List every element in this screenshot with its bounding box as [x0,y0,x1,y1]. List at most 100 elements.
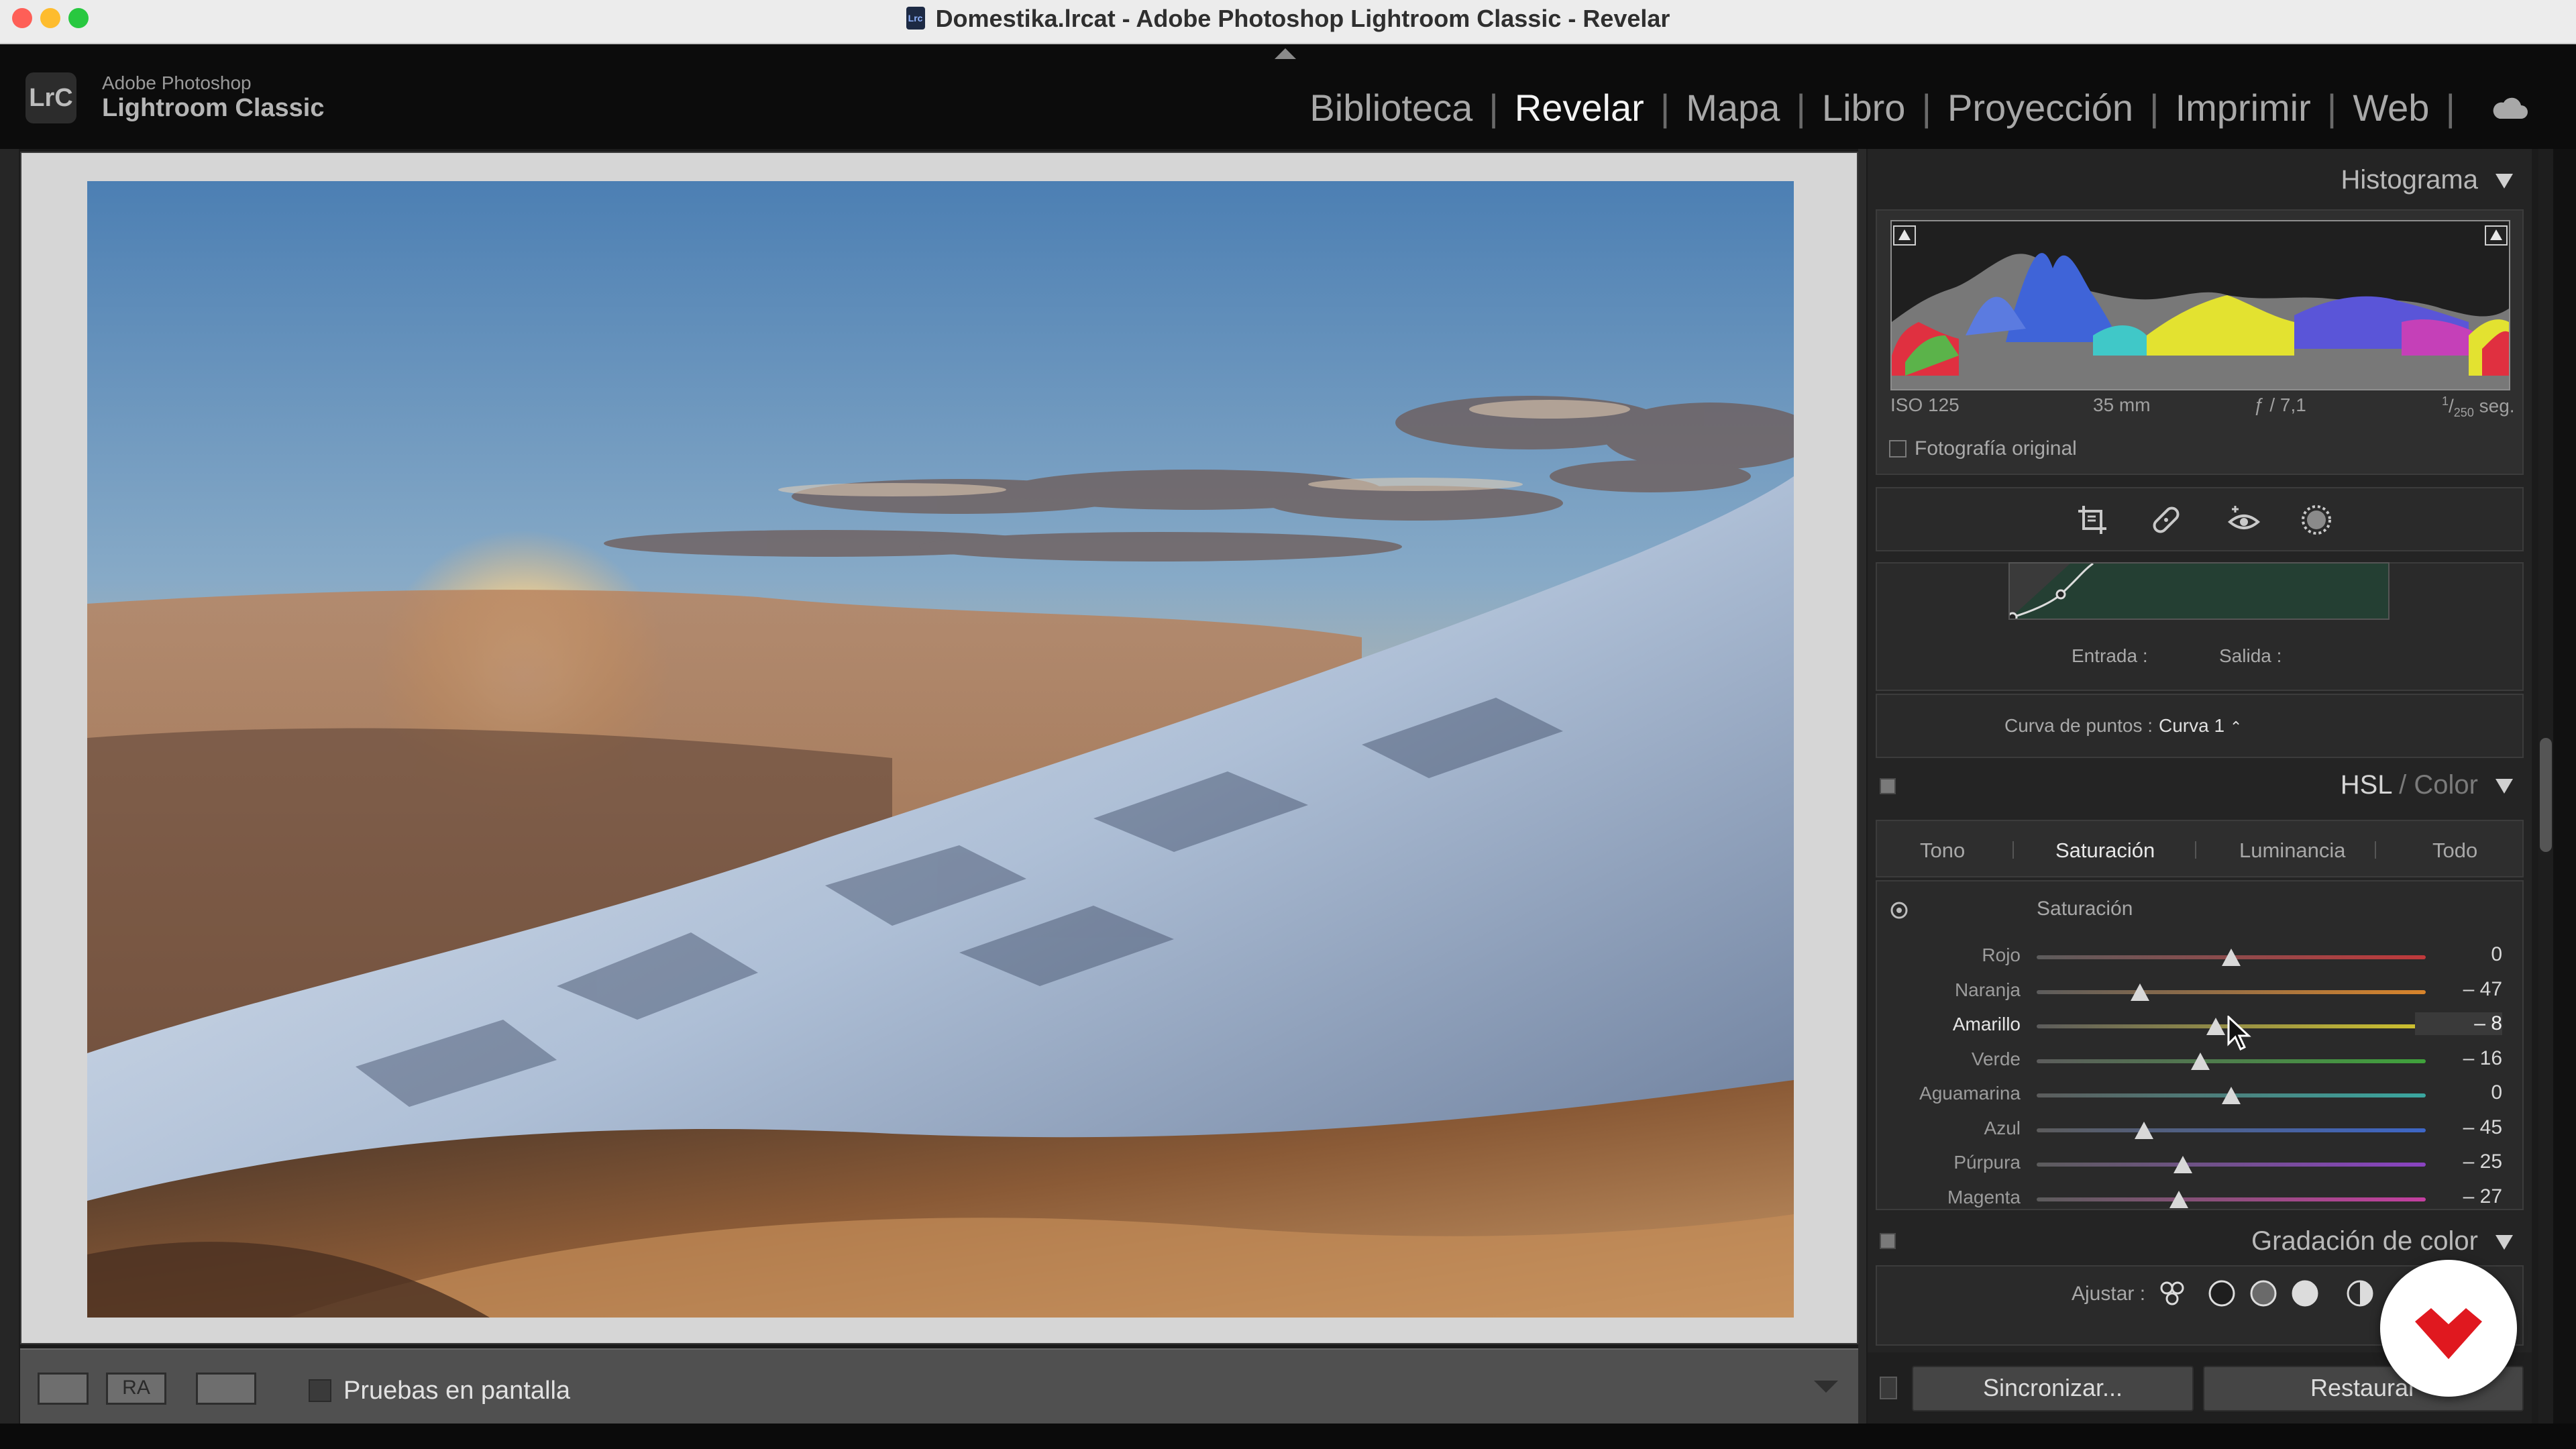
red-eye-icon[interactable] [2226,502,2262,538]
soft-proof-checkbox[interactable] [309,1379,331,1402]
slider-thumb[interactable] [2130,983,2149,1001]
collapse-triangle-icon[interactable] [2496,779,2513,794]
hsl-title[interactable]: HSL [2341,770,2392,800]
slider-value[interactable]: – 8 [2415,1012,2502,1035]
saturation-slider-track[interactable] [2037,1163,2426,1167]
module-mapa[interactable]: Mapa [1686,86,1780,129]
panel-switch-toggle[interactable] [1880,778,1896,794]
global-wheel-icon[interactable] [2345,1279,2375,1308]
shutter-unit: seg. [2479,395,2515,417]
slider-value[interactable]: – 16 [2415,1047,2502,1070]
module-web[interactable]: Web [2353,86,2429,129]
filmstrip-edge [0,1424,2576,1449]
document-icon: Lrc [906,7,925,30]
shadow-clipping-toggle[interactable] [1893,225,1916,246]
tab-luminancia[interactable]: Luminancia [2239,839,2346,863]
module-imprimir[interactable]: Imprimir [2176,86,2311,129]
masking-icon[interactable] [2298,502,2334,538]
module-proyeccion[interactable]: Proyección [1947,86,2133,129]
brand-line-2: Lightroom Classic [102,94,325,122]
highlights-wheel-icon[interactable] [2290,1279,2320,1308]
slider-value[interactable]: – 47 [2415,978,2502,1001]
slider-value[interactable]: 0 [2415,943,2502,966]
hsl-title-separator: / [2392,770,2414,800]
point-curve-value: Curva 1 [2159,715,2225,736]
bottom-toolbar: RA Pruebas en pantalla [20,1348,1858,1425]
slider-label: Verde [1971,1049,2021,1069]
hsl-color-header[interactable]: HSL / Color [1876,765,2524,816]
color-grading-header[interactable]: Gradación de color [1876,1220,2524,1264]
midtones-wheel-icon[interactable] [2249,1279,2278,1308]
collapse-triangle-icon[interactable] [2496,174,2513,189]
slider-thumb[interactable] [2173,1156,2192,1173]
tone-curve-plot [2007,562,2094,623]
spot-removal-icon[interactable] [2148,502,2184,538]
cloud-icon[interactable] [2490,95,2529,121]
saturation-slider-track[interactable] [2037,1059,2426,1063]
module-biblioteca[interactable]: Biblioteca [1309,86,1472,129]
color-title[interactable]: Color [2414,770,2478,800]
toolbar-menu-chevron-icon[interactable] [1814,1381,1838,1393]
histogram-graph[interactable] [1890,220,2510,390]
right-edge [2553,149,2576,1424]
module-separator: | [1921,87,1931,129]
original-photo-checkbox[interactable] [1889,440,1907,458]
adjust-label: Ajustar : [2072,1283,2146,1305]
left-panel-edge[interactable] [0,149,19,1424]
slider-label: Púrpura [1953,1152,2021,1173]
tab-tono[interactable]: Tono [1920,839,1965,863]
module-libro[interactable]: Libro [1822,86,1906,129]
point-curve-select[interactable]: Curva 1 ⌃ [2159,715,2242,737]
tone-curve-graph[interactable] [2007,562,2390,623]
shutter-denominator: 250 [2453,405,2474,419]
slider-label: Naranja [1954,979,2021,1000]
exif-shutter: 1/250 seg. [2442,394,2515,419]
color-grading-title-wrap: Gradación de color [2251,1226,2513,1256]
slider-thumb[interactable] [2190,1053,2210,1070]
window-title-text: Domestika.lrcat - Adobe Photoshop Lightr… [935,5,1670,32]
slider-thumb[interactable] [2169,1191,2188,1208]
main-photo[interactable] [87,181,1794,1318]
tab-saturacion[interactable]: Saturación [2055,839,2155,863]
sync-button[interactable]: Sincronizar... [1912,1366,2194,1411]
highlight-clipping-toggle[interactable] [2485,225,2508,246]
module-revelar[interactable]: Revelar [1515,86,1644,129]
slider-value[interactable]: 0 [2415,1081,2502,1104]
select-arrows-icon: ⌃ [2229,718,2243,735]
auto-sync-toggle[interactable] [1880,1377,1897,1399]
shadows-wheel-icon[interactable] [2207,1279,2237,1308]
loupe-view-button[interactable] [38,1373,89,1405]
salida-label: Salida : [2219,645,2282,666]
saturation-slider-track[interactable] [2037,1197,2426,1201]
target-adjust-icon[interactable] [1889,900,1909,920]
before-after-split-button[interactable] [196,1373,256,1405]
photo-image [87,181,1794,1318]
saturation-slider-track[interactable] [2037,1128,2426,1132]
hsl-tabs [1876,820,2524,877]
brand-line-1: Adobe Photoshop [102,72,252,93]
slider-label: Amarillo [1952,1014,2021,1034]
lrc-logo: LrC [25,72,76,123]
slider-thumb[interactable] [2134,1122,2153,1139]
collapse-triangle-icon[interactable] [2496,1235,2513,1250]
panel-divider [1858,149,1866,1424]
saturation-slider-track[interactable] [2037,990,2426,994]
scrollbar-thumb[interactable] [2540,738,2552,852]
histogram-header[interactable]: Histograma [1876,165,2524,199]
slider-thumb[interactable] [2206,1018,2225,1035]
histogram-plot [1892,253,2509,389]
top-panel-toggle-icon[interactable] [1275,48,1296,59]
point-curve-label: Curva de puntos : [2004,715,2153,736]
soft-proof-label: Pruebas en pantalla [343,1377,571,1405]
three-way-wheels-icon[interactable] [2157,1279,2187,1308]
before-after-button[interactable]: RA [106,1373,166,1405]
panel-switch-toggle[interactable] [1880,1233,1896,1249]
slider-thumb[interactable] [2222,1087,2241,1104]
tab-todo[interactable]: Todo [2432,839,2477,863]
slider-value[interactable]: – 45 [2415,1116,2502,1139]
slider-value[interactable]: – 25 [2415,1150,2502,1173]
window-title: Lrc Domestika.lrcat - Adobe Photoshop Lig… [0,0,2576,43]
crop-overlay-icon[interactable] [2074,502,2110,538]
slider-thumb[interactable] [2222,949,2241,966]
slider-value[interactable]: – 27 [2415,1185,2502,1208]
